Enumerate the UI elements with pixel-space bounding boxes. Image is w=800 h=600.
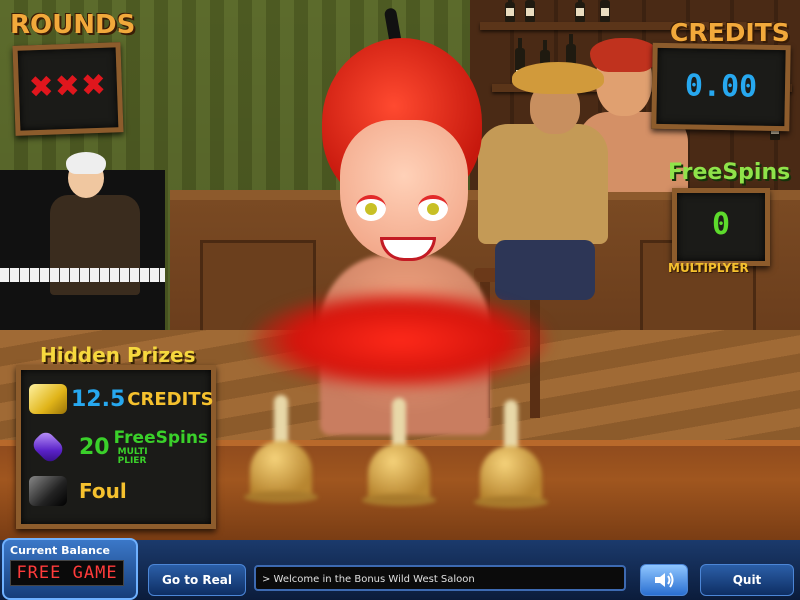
credits-board: 0.00 [651,42,791,132]
speaker-icon [655,572,674,588]
prize-amount: 12.5 [71,386,126,412]
prize-label: Foul [79,479,127,503]
credits-value: 0.00 [684,68,758,105]
prize-row-credits: 12.5 CREDITS [29,384,214,414]
message-ticker: > Welcome in the Bonus Wild West Saloon [254,565,626,591]
go-to-real-button[interactable]: Go to Real [148,564,246,596]
bottle [525,0,535,22]
piano-keys [0,268,165,282]
freespins-board: 0 [672,188,770,266]
bottle [600,0,610,22]
feather-boa [250,290,550,390]
prize-sublabel: MULTI PLIER [117,447,148,466]
freespins-title: FreeSpins [668,160,791,185]
prize-label: FreeSpins [113,428,209,448]
quit-button[interactable]: Quit [700,564,794,596]
balance-title: Current Balance [10,544,110,557]
bell-3[interactable] [474,400,548,510]
pianist-hair [66,152,106,174]
prize-row-foul: Foul [29,476,127,506]
cowboy-legs [495,240,595,300]
bottle [505,0,515,22]
anvil-icon [29,476,67,506]
prize-label: CREDITS [127,388,214,410]
sound-button[interactable] [640,564,688,596]
gold-bars-icon [29,384,67,414]
balance-value: FREE GAME [10,560,124,586]
hidden-prizes-title: Hidden Prizes [40,343,196,367]
hidden-prizes-board: 12.5 CREDITS 20 FreeSpins MULTI PLIER Fo… [16,365,216,529]
bell-1[interactable] [244,395,318,505]
prize-amount: 20 [79,434,110,460]
rounds-marks: ✖✖✖ [28,67,108,106]
multiplier-label: MULTIPLYER [668,261,749,275]
bartender-hair [590,38,658,72]
purple-gem-icon [29,428,67,466]
current-balance-box: Current Balance FREE GAME [2,538,138,600]
rounds-title: ROUNDS [10,10,136,40]
rounds-board: ✖✖✖ [12,42,124,136]
prize-label-group: FreeSpins MULTI PLIER [114,428,208,466]
cowboy-hat [512,62,604,94]
cowboy-body [478,124,608,244]
bottle [575,0,585,22]
freespins-value: 0 [711,207,731,242]
showgirl-eye [356,195,386,221]
bell-2[interactable] [362,398,436,508]
prize-row-freespins: 20 FreeSpins MULTI PLIER [29,428,208,466]
showgirl-eye [418,195,448,221]
